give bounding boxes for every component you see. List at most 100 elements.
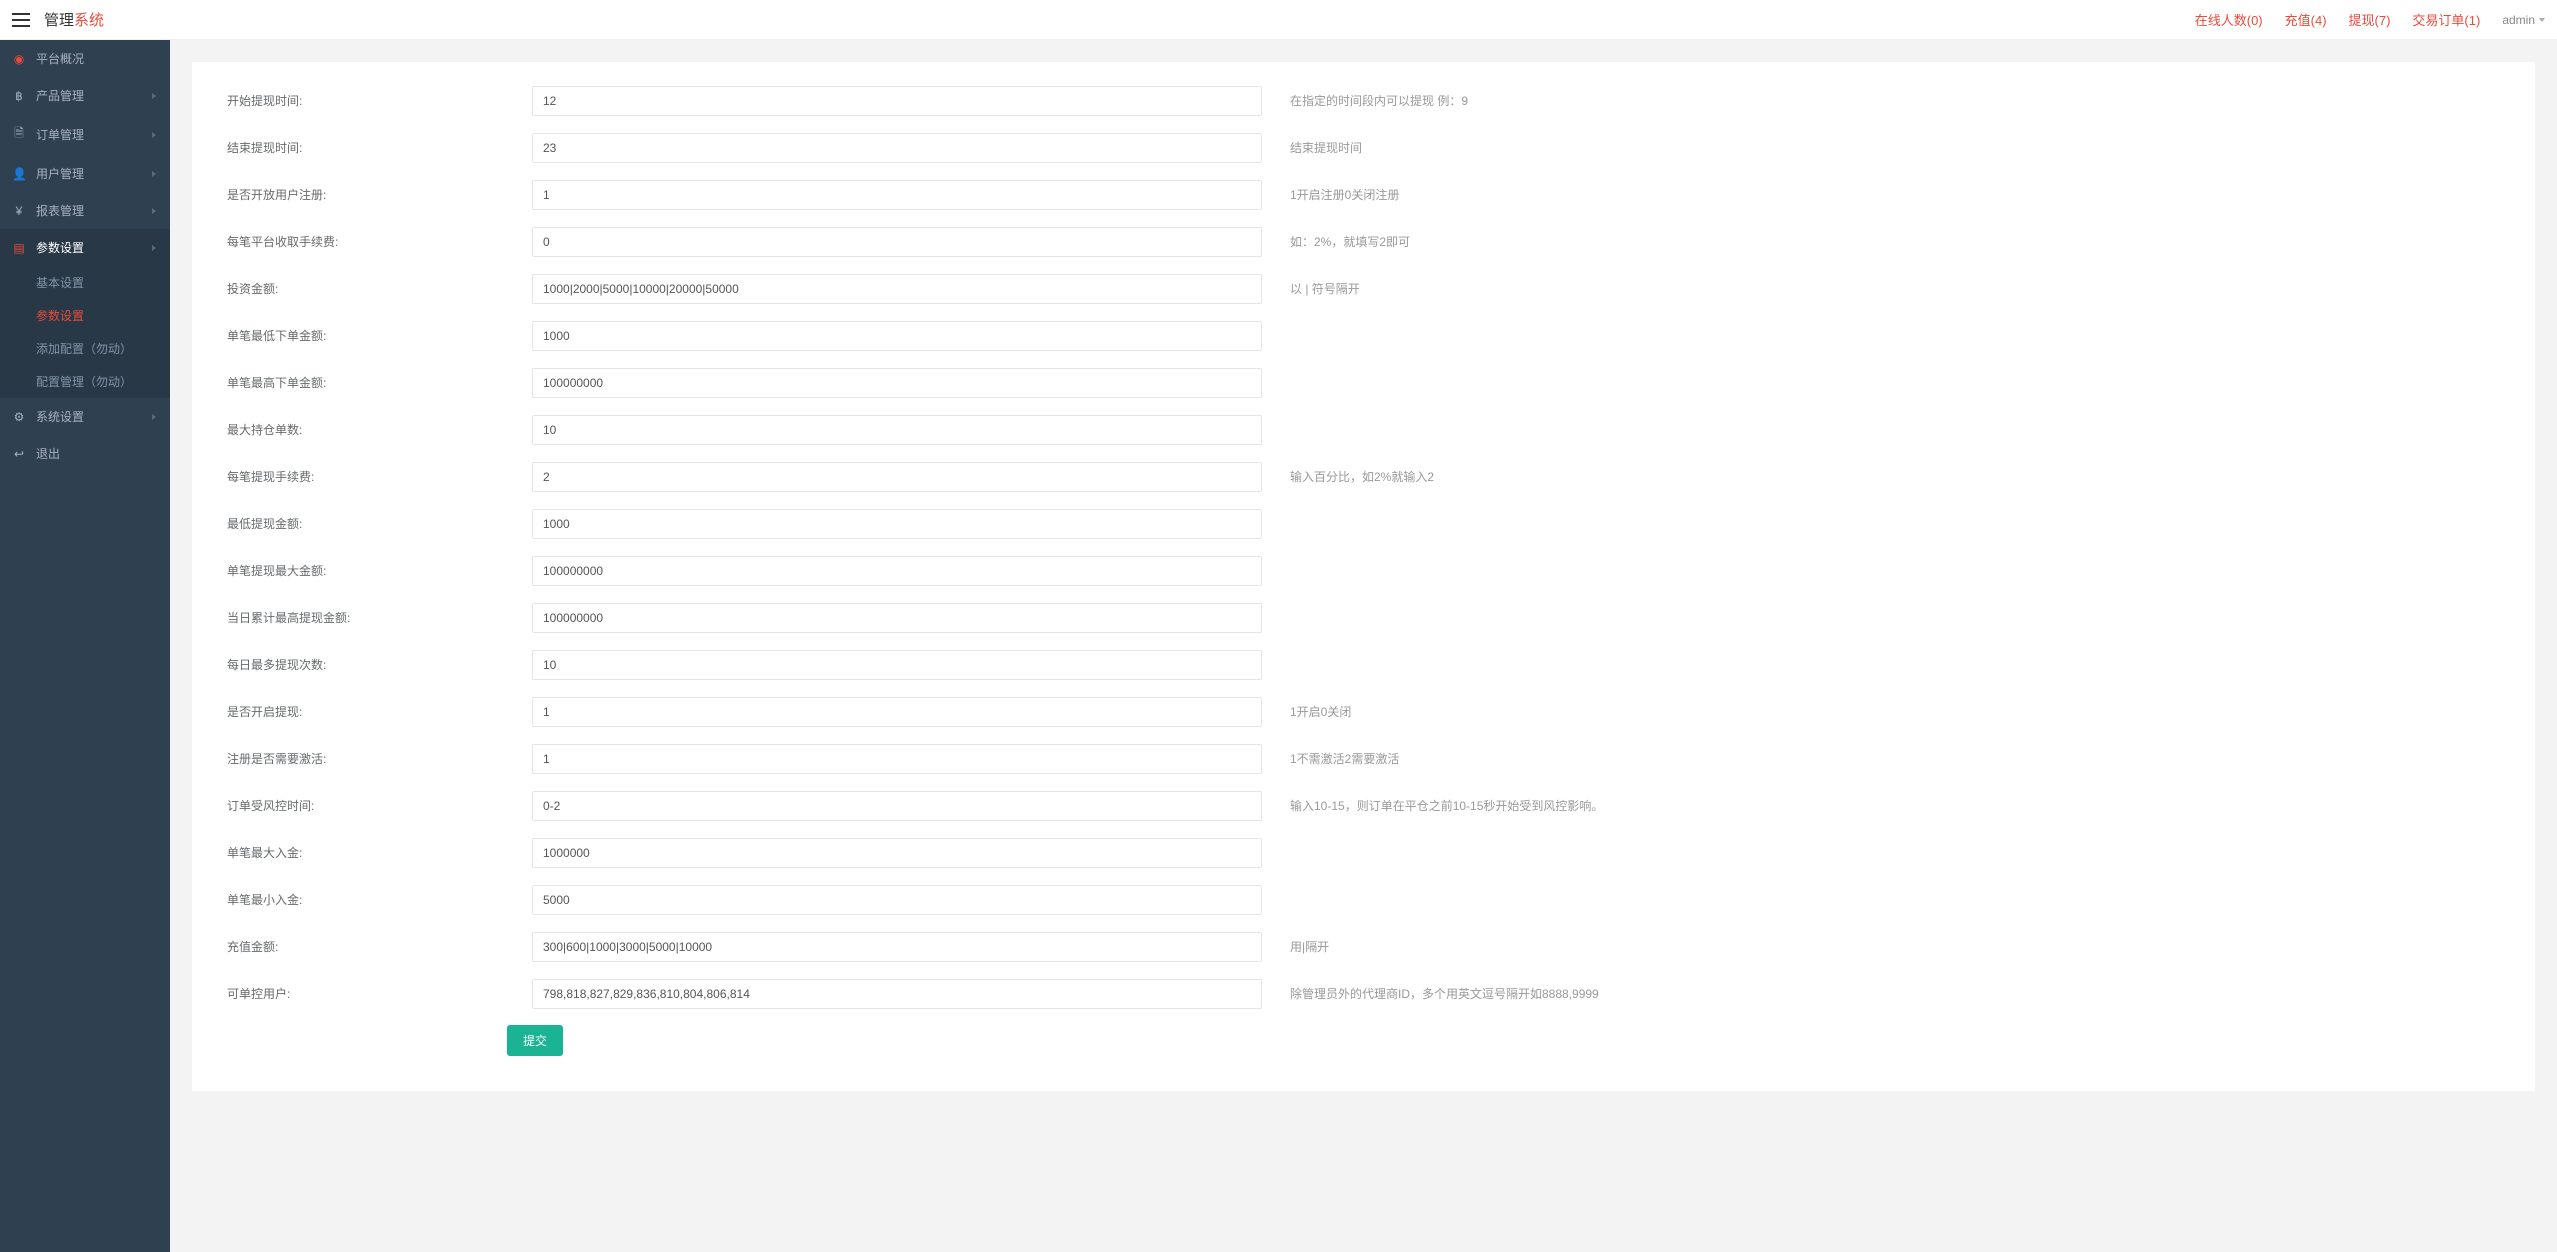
- form-hint: [1262, 838, 1290, 844]
- form-label: 是否开启提现:: [227, 697, 532, 720]
- form-input-10[interactable]: [532, 556, 1262, 586]
- form-label: 单笔最大入金:: [227, 838, 532, 861]
- form-input-16[interactable]: [532, 838, 1262, 868]
- form-input-14[interactable]: [532, 744, 1262, 774]
- form-input-9[interactable]: [532, 509, 1262, 539]
- sidebar-item-6[interactable]: ⚙系统设置: [0, 398, 170, 435]
- form-input-15[interactable]: [532, 791, 1262, 821]
- form-input-0[interactable]: [532, 86, 1262, 116]
- form-input-6[interactable]: [532, 368, 1262, 398]
- sidebar-item-label: 退出: [36, 445, 156, 462]
- file-icon: 🗎: [12, 124, 26, 145]
- form-row-4: 投资金额:以 | 符号隔开: [227, 268, 2500, 310]
- form-input-8[interactable]: [532, 462, 1262, 492]
- form-input-18[interactable]: [532, 932, 1262, 962]
- sidebar-item-3[interactable]: 👤 用户管理: [0, 155, 170, 192]
- form-row-8: 每笔提现手续费:输入百分比，如2%就输入2: [227, 456, 2500, 498]
- sidebar-item-4[interactable]: ¥ 报表管理: [0, 192, 170, 229]
- sidebar-sub-item-3[interactable]: 配置管理（勿动）: [0, 365, 170, 398]
- form-label: 每笔提现手续费:: [227, 462, 532, 485]
- form-input-4[interactable]: [532, 274, 1262, 304]
- logo: 管理系统: [44, 9, 104, 30]
- sidebar-item-label: 用户管理: [36, 165, 152, 182]
- form-input-13[interactable]: [532, 697, 1262, 727]
- sidebar-item-label: 平台概况: [36, 50, 156, 67]
- topbar: 管理系统 在线人数(0) 充值(4) 提现(7) 交易订单(1) admin: [0, 0, 2557, 40]
- form-input-12[interactable]: [532, 650, 1262, 680]
- params-icon: ▤: [12, 241, 26, 255]
- form-label: 订单受风控时间:: [227, 791, 532, 814]
- form-row-14: 注册是否需要激活:1不需激活2需要激活: [227, 738, 2500, 780]
- form-row-9: 最低提现金额:: [227, 503, 2500, 545]
- form-row-7: 最大持仓单数:: [227, 409, 2500, 451]
- sidebar-item-label: 报表管理: [36, 202, 152, 219]
- form-input-17[interactable]: [532, 885, 1262, 915]
- form-label: 可单控用户:: [227, 979, 532, 1002]
- bitcoin-icon: ฿: [12, 89, 26, 103]
- form-hint: 在指定的时间段内可以提现 例：9: [1262, 86, 1468, 110]
- menu-toggle-icon[interactable]: [12, 9, 34, 31]
- form-hint: 用|隔开: [1262, 932, 1329, 956]
- form-input-11[interactable]: [532, 603, 1262, 633]
- sidebar-submenu: 基本设置参数设置添加配置（勿动）配置管理（勿动）: [0, 266, 170, 398]
- form-hint: [1262, 321, 1290, 327]
- form-input-5[interactable]: [532, 321, 1262, 351]
- withdraw-link[interactable]: 提现(7): [2349, 10, 2391, 29]
- form-hint: 输入10-15，则订单在平仓之前10-15秒开始受到风控影响。: [1262, 791, 1603, 815]
- form-row-18: 充值金额: 用|隔开: [227, 926, 2500, 968]
- sidebar-item-1[interactable]: ฿ 产品管理: [0, 77, 170, 114]
- form-hint: 除管理员外的代理商ID，多个用英文逗号隔开如8888,9999: [1262, 979, 1599, 1003]
- chevron-right-icon: [152, 208, 156, 214]
- sidebar-item-5[interactable]: ▤参数设置: [0, 229, 170, 266]
- form-input-7[interactable]: [532, 415, 1262, 445]
- form-label: 充值金额:: [227, 932, 532, 955]
- form-input-19[interactable]: [532, 979, 1262, 1009]
- form-label: 当日累计最高提现金额:: [227, 603, 532, 626]
- form-hint: [1262, 603, 1290, 609]
- sidebar: ◉平台概况฿产品管理🗎订单管理👤用户管理¥报表管理▤参数设置基本设置参数设置添加…: [0, 40, 170, 1252]
- yen-icon: ¥: [12, 204, 26, 218]
- chevron-right-icon: [152, 171, 156, 177]
- form-row-6: 单笔最高下单金额:: [227, 362, 2500, 404]
- caret-down-icon: [2539, 18, 2545, 22]
- form-row-15: 订单受风控时间: 输入10-15，则订单在平仓之前10-15秒开始受到风控影响。: [227, 785, 2500, 827]
- form-hint: 如：2%，就填写2即可: [1262, 227, 1410, 251]
- recharge-link[interactable]: 充值(4): [2285, 10, 2327, 29]
- form-row-17: 单笔最小入金:: [227, 879, 2500, 921]
- sidebar-item-label: 产品管理: [36, 87, 152, 104]
- settings-card: 开始提现时间:在指定的时间段内可以提现 例：9结束提现时间:结束提现时间是否开放…: [192, 62, 2535, 1091]
- orders-link[interactable]: 交易订单(1): [2412, 10, 2480, 29]
- form-row-12: 每日最多提现次数:: [227, 644, 2500, 686]
- form-label: 单笔最高下单金额:: [227, 368, 532, 391]
- form-input-1[interactable]: [532, 133, 1262, 163]
- logo-part2: 系统: [74, 12, 104, 29]
- user-menu[interactable]: admin: [2502, 13, 2545, 27]
- form-label: 每日最多提现次数:: [227, 650, 532, 673]
- form-label: 开始提现时间:: [227, 86, 532, 109]
- form-hint: 结束提现时间: [1262, 133, 1362, 157]
- form-hint: 1开启注册0关闭注册: [1262, 180, 1399, 204]
- form-input-3[interactable]: [532, 227, 1262, 257]
- sidebar-sub-item-1[interactable]: 参数设置: [0, 299, 170, 332]
- form-row-1: 结束提现时间:结束提现时间: [227, 127, 2500, 169]
- sidebar-item-0[interactable]: ◉平台概况: [0, 40, 170, 77]
- form-label: 投资金额:: [227, 274, 532, 297]
- online-count-link[interactable]: 在线人数(0): [2195, 10, 2263, 29]
- sidebar-sub-item-0[interactable]: 基本设置: [0, 266, 170, 299]
- form-label: 单笔最小入金:: [227, 885, 532, 908]
- form-row-13: 是否开启提现:1开启0关闭: [227, 691, 2500, 733]
- form-hint: 1不需激活2需要激活: [1262, 744, 1399, 768]
- logo-part1: 管理: [44, 12, 74, 29]
- content: 开始提现时间:在指定的时间段内可以提现 例：9结束提现时间:结束提现时间是否开放…: [170, 40, 2557, 1252]
- form-input-2[interactable]: [532, 180, 1262, 210]
- submit-button[interactable]: 提交: [507, 1025, 563, 1056]
- form-label: 每笔平台收取手续费:: [227, 227, 532, 250]
- sidebar-item-label: 系统设置: [36, 408, 152, 425]
- chevron-right-icon: [152, 132, 156, 138]
- chevron-right-icon: [152, 414, 156, 420]
- form-label: 单笔最低下单金额:: [227, 321, 532, 344]
- sidebar-item-7[interactable]: ↩退出: [0, 435, 170, 472]
- sidebar-sub-item-2[interactable]: 添加配置（勿动）: [0, 332, 170, 365]
- sidebar-item-2[interactable]: 🗎订单管理: [0, 114, 170, 155]
- user-icon: 👤: [12, 167, 26, 181]
